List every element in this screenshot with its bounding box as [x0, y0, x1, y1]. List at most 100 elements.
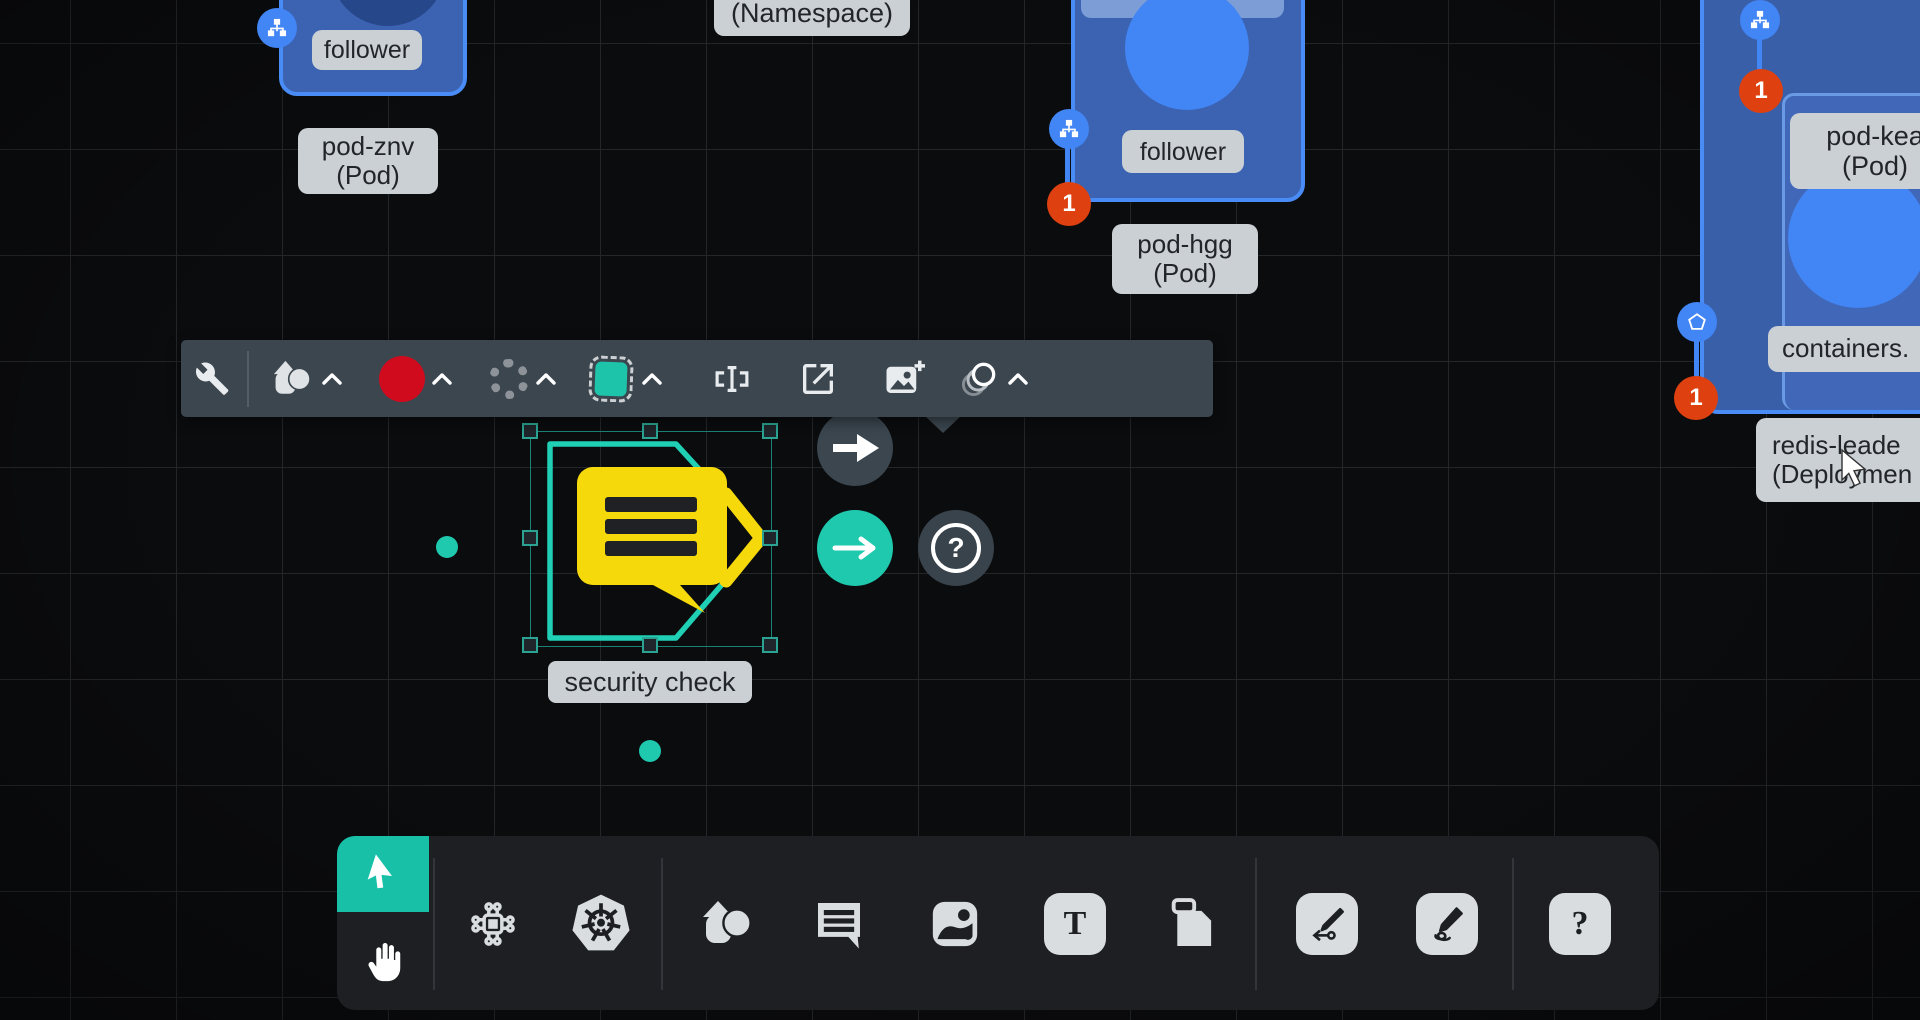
selection-handle-ne[interactable]: [762, 423, 778, 439]
chevron-up-icon: [431, 371, 453, 387]
style-wrench-button[interactable]: [181, 340, 243, 417]
open-external-button[interactable]: [787, 340, 849, 417]
chevron-up-icon: [1007, 371, 1029, 387]
selection-handle-e[interactable]: [762, 530, 778, 546]
fill-style-button[interactable]: [595, 340, 673, 417]
chevron-up-icon: [321, 371, 343, 387]
replace-image-button[interactable]: [873, 340, 935, 417]
fill-color-swatch: [379, 356, 425, 402]
question-glyph: ?: [1572, 905, 1589, 943]
issue-count-badge[interactable]: 1: [1739, 69, 1783, 113]
hand-icon: [360, 938, 406, 984]
note-icon: [1164, 894, 1222, 952]
node-label-pod-znv: pod-znv (Pod): [298, 128, 438, 194]
resize-width-button[interactable]: [701, 340, 763, 417]
palette-divider: [661, 858, 663, 990]
stroke-style-button[interactable]: [489, 340, 567, 417]
toolbar-divider: [247, 351, 249, 407]
selection-handle-se[interactable]: [762, 637, 778, 653]
connection-point[interactable]: [639, 740, 661, 762]
selection-handle-s[interactable]: [642, 637, 658, 653]
letter-t-glyph: T: [1064, 905, 1087, 943]
shapes-tool[interactable]: [693, 893, 759, 955]
sitemap-badge-icon[interactable]: [257, 8, 297, 48]
node-label-pod-kea: pod-kea (Pod): [1790, 113, 1920, 189]
arrow-right-icon: [831, 536, 879, 560]
issue-count-badge[interactable]: 1: [1047, 182, 1091, 226]
node-name: pod-kea: [1826, 121, 1920, 151]
image-tool[interactable]: [921, 893, 989, 955]
network-tool[interactable]: [459, 893, 527, 955]
image-plus-icon: [883, 358, 925, 400]
shapes-icon: [698, 898, 754, 950]
comment-tool[interactable]: [805, 893, 873, 955]
tool-palette: T: [337, 836, 1659, 1010]
help-tool[interactable]: ?: [1547, 893, 1613, 955]
node-name: pod-hgg: [1137, 230, 1232, 259]
context-toolbar: [181, 340, 1213, 417]
node-kind: (Pod): [1153, 259, 1217, 288]
draw-pen-plate: [1416, 893, 1478, 955]
sitemap-badge-icon[interactable]: [1740, 0, 1780, 40]
node-label-pod-hgg: pod-hgg (Pod): [1112, 224, 1258, 294]
diagram-canvas[interactable]: follower pod-znv (Pod) (Namespace) follo…: [0, 0, 1920, 1020]
image-icon: [927, 896, 983, 952]
open-external-icon: [798, 359, 838, 399]
context-toolbar-notch: [925, 416, 961, 433]
shapes-icon: [269, 359, 315, 399]
connector-pen-tool[interactable]: [1294, 893, 1360, 955]
container-circle: [1125, 0, 1249, 110]
text-tool-plate: T: [1044, 893, 1106, 955]
question-mark-icon: ?: [931, 523, 981, 573]
selection-handle-nw[interactable]: [522, 423, 538, 439]
mouse-pointer-icon: [1838, 448, 1872, 490]
node-chip-follower[interactable]: follower: [1122, 130, 1244, 173]
selected-comment-shape[interactable]: [520, 420, 800, 660]
stroke-ring-icon: [489, 359, 529, 399]
arrow-right-icon: [829, 433, 881, 463]
selection-handle-w[interactable]: [522, 530, 538, 546]
resize-width-icon: [711, 358, 753, 400]
kubernetes-tool[interactable]: [565, 891, 637, 957]
palette-divider: [1512, 858, 1514, 990]
draw-pen-icon: [1426, 903, 1468, 945]
chevron-up-icon: [535, 371, 557, 387]
arrow-tool-button[interactable]: [817, 410, 893, 486]
container-circle: [330, 0, 446, 26]
layer-circles-icon: [957, 357, 1001, 401]
next-step-button[interactable]: [817, 510, 893, 586]
connector-pen-plate: [1296, 893, 1358, 955]
issue-count-badge[interactable]: 1: [1674, 376, 1718, 420]
note-tool[interactable]: [1159, 889, 1227, 957]
text-tool[interactable]: T: [1042, 893, 1108, 955]
kubernetes-icon: [569, 892, 633, 956]
sitemap-badge-icon[interactable]: [1049, 109, 1089, 149]
containers-chip[interactable]: containers.: [1768, 326, 1920, 372]
cursor-icon: [355, 846, 410, 901]
node-name: redis-leade: [1772, 431, 1901, 460]
fill-color-button[interactable]: [379, 340, 463, 417]
chevron-up-icon: [641, 371, 663, 387]
container-circle: [1788, 168, 1920, 308]
connection-point[interactable]: [436, 536, 458, 558]
select-tool[interactable]: [337, 836, 429, 912]
selection-handle-n[interactable]: [642, 423, 658, 439]
shape-label: security check: [548, 661, 752, 703]
help-tool-plate: ?: [1549, 893, 1611, 955]
node-chip-follower[interactable]: follower: [312, 30, 422, 70]
connector-pen-icon: [1306, 903, 1348, 945]
namespace-label: (Namespace): [714, 0, 910, 36]
pan-tool[interactable]: [337, 912, 429, 1010]
deployment-badge-icon[interactable]: [1677, 302, 1717, 342]
palette-divider: [433, 858, 435, 990]
wrench-icon: [194, 361, 230, 397]
draw-pen-tool[interactable]: [1414, 893, 1480, 955]
palette-divider: [1255, 858, 1257, 990]
help-button[interactable]: ?: [918, 510, 994, 586]
shape-picker-button[interactable]: [269, 340, 353, 417]
network-chip-icon: [465, 896, 521, 952]
layer-copies-button[interactable]: [957, 340, 1039, 417]
node-kind: (Pod): [336, 161, 400, 190]
selection-handle-sw[interactable]: [522, 637, 538, 653]
node-name: pod-znv: [322, 132, 415, 161]
